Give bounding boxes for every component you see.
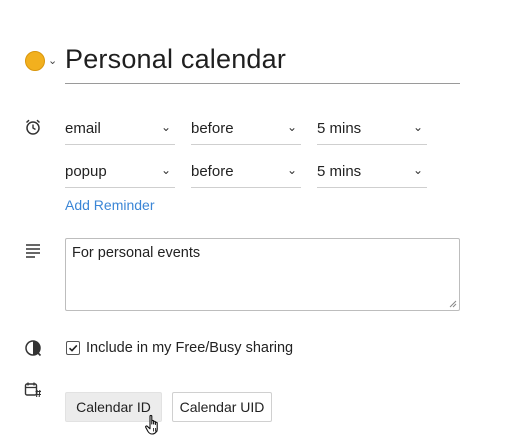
freebusy-checkbox[interactable] bbox=[66, 341, 80, 355]
reminder-1-time-value: 5 mins bbox=[317, 120, 362, 137]
calendar-hash-icon bbox=[24, 382, 41, 398]
checkmark-icon bbox=[68, 344, 78, 352]
add-reminder-link[interactable]: Add Reminder bbox=[65, 197, 155, 213]
resize-handle-icon[interactable] bbox=[449, 300, 457, 308]
chevron-down-icon: ⌄ bbox=[160, 120, 171, 134]
reminder-2-method-value: popup bbox=[65, 163, 107, 180]
reminder-2-time-select[interactable]: 5 mins ⌄ bbox=[317, 158, 427, 188]
calendar-title[interactable]: Personal calendar bbox=[65, 44, 286, 75]
hand-pointer-icon bbox=[145, 414, 158, 435]
reminder-2-relation-select[interactable]: before ⌄ bbox=[191, 158, 301, 188]
chevron-down-icon: ⌄ bbox=[286, 163, 297, 177]
chevron-down-icon: ⌄ bbox=[412, 163, 423, 177]
description-text: For personal events bbox=[72, 245, 201, 261]
calendar-color-swatch[interactable] bbox=[25, 51, 45, 71]
chevron-down-icon: ⌄ bbox=[412, 120, 423, 134]
title-underline bbox=[65, 83, 460, 84]
reminder-1-method-value: email bbox=[65, 120, 101, 137]
calendar-uid-button[interactable]: Calendar UID bbox=[172, 392, 272, 422]
alarm-clock-icon bbox=[25, 119, 41, 135]
chevron-down-icon: ⌄ bbox=[160, 163, 171, 177]
reminder-2-relation-value: before bbox=[191, 163, 234, 180]
reminder-2-time-value: 5 mins bbox=[317, 163, 362, 180]
description-lines-icon bbox=[26, 244, 40, 258]
reminder-1-relation-value: before bbox=[191, 120, 234, 137]
reminder-1-time-select[interactable]: 5 mins ⌄ bbox=[317, 115, 427, 145]
reminder-1-relation-select[interactable]: before ⌄ bbox=[191, 115, 301, 145]
chevron-down-icon: ⌄ bbox=[286, 120, 297, 134]
availability-icon bbox=[25, 340, 42, 357]
reminder-1-method-select[interactable]: email ⌄ bbox=[65, 115, 175, 145]
chevron-down-icon[interactable]: ⌄ bbox=[48, 54, 57, 67]
freebusy-label[interactable]: Include in my Free/Busy sharing bbox=[86, 340, 293, 356]
reminder-2-method-select[interactable]: popup ⌄ bbox=[65, 158, 175, 188]
description-textarea[interactable]: For personal events bbox=[65, 238, 460, 311]
